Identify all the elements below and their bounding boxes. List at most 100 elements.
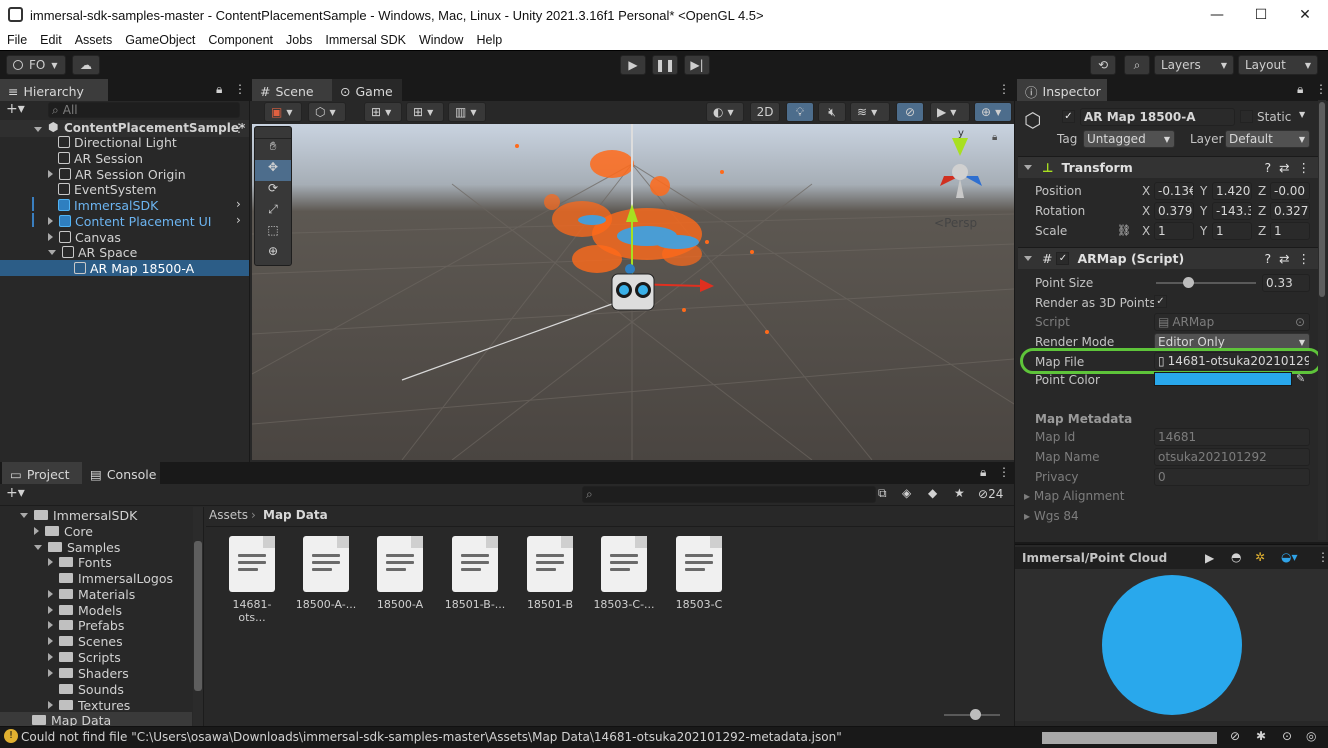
lock-icon[interactable]: 🔒︎	[216, 82, 222, 97]
chevron-right-icon[interactable]: ›	[236, 197, 241, 211]
preview-viewport[interactable]	[1015, 569, 1328, 721]
eyedropper-icon[interactable]: ✎	[1296, 372, 1305, 385]
menu-assets[interactable]: Assets	[68, 33, 119, 47]
pivot-button[interactable]: ⊞ ▼	[364, 102, 402, 122]
scrollbar-thumb[interactable]	[1319, 102, 1325, 297]
cloud-button[interactable]: ☁	[72, 55, 100, 75]
hierarchy-item-selected[interactable]: AR Map 18500-A	[0, 260, 249, 276]
menu-jobs[interactable]: Jobs	[279, 33, 318, 47]
minimize-button[interactable]: —	[1194, 0, 1240, 30]
projection-toggle[interactable]: <Persp	[934, 216, 977, 230]
tree-item[interactable]: Scripts	[48, 649, 121, 665]
tree-scrollbar[interactable]	[193, 507, 203, 726]
scene-viewport[interactable]: ✋︎ ✥ ⟳ ⤢ ⬚ ⊕ y 🔒︎ <Persp	[252, 124, 1014, 460]
debug-icon[interactable]: ⊘	[1230, 729, 1240, 743]
effects-button[interactable]: ≋ ▼	[850, 102, 890, 122]
inspector-scrollbar[interactable]	[1318, 100, 1326, 540]
play-icon[interactable]: ▶	[1205, 551, 1214, 565]
account-dropdown[interactable]: FO ▼	[6, 55, 66, 75]
hand-tool-icon[interactable]: ✋︎	[255, 139, 291, 160]
position-x-field[interactable]: -0.13€	[1154, 182, 1194, 200]
history-button[interactable]: ⟲	[1090, 55, 1116, 75]
scrollbar-thumb[interactable]	[194, 541, 202, 691]
grid-snap-button[interactable]: ⊞ ▼	[406, 102, 444, 122]
render3d-checkbox[interactable]: ✓	[1154, 295, 1167, 308]
tree-item[interactable]: Shaders	[48, 665, 129, 681]
rect-tool-icon[interactable]: ⬚	[255, 223, 291, 244]
rotation-x-field[interactable]: 0.379	[1154, 202, 1194, 220]
tree-item-selected[interactable]: Map Data	[0, 712, 192, 726]
menu-file[interactable]: File	[0, 33, 33, 47]
auto-generate-icon[interactable]: ◎	[1306, 729, 1316, 743]
bug-icon[interactable]: ✱	[1256, 729, 1266, 743]
scale-tool-icon[interactable]: ⤢	[255, 202, 291, 223]
asset-item[interactable]: 18500-A	[369, 536, 431, 611]
layers-dropdown[interactable]: Layers ▼	[1154, 55, 1234, 75]
sphere-icon[interactable]: ◓	[1231, 550, 1241, 564]
chevron-right-icon[interactable]: ›	[236, 213, 241, 227]
tab-game[interactable]: ⊙ Game	[332, 79, 402, 101]
slider-thumb[interactable]	[1183, 277, 1194, 288]
point-size-field[interactable]: 0.33	[1262, 274, 1310, 292]
tree-item[interactable]: Fonts	[48, 554, 112, 570]
tree-item[interactable]: ImmersalSDK	[20, 507, 137, 523]
tree-item[interactable]: Models	[48, 602, 122, 618]
label-icon[interactable]: ◆	[928, 486, 937, 500]
menu-gameobject[interactable]: GameObject	[118, 33, 201, 47]
project-search-input[interactable]: ⌕	[582, 486, 876, 503]
map-alignment-row[interactable]: ▸ Map Alignment	[1024, 489, 1124, 503]
breadcrumb-assets[interactable]: Assets	[209, 508, 248, 522]
close-button[interactable]: ✕	[1282, 0, 1328, 30]
more-options-icon[interactable]: ⋮	[233, 121, 245, 135]
maximize-button[interactable]: ☐	[1238, 0, 1284, 30]
scale-x-field[interactable]: 1	[1154, 222, 1194, 240]
tree-item[interactable]: Sounds	[59, 681, 124, 697]
rotate-tool-icon[interactable]: ⟳	[255, 181, 291, 202]
armap-header[interactable]: # ✓ ARMap (Script) ? ⇄ ⋮	[1018, 247, 1318, 269]
tab-scene[interactable]: # Scene	[252, 79, 332, 101]
lock-icon[interactable]: 🔒︎	[1297, 82, 1303, 97]
hidden-objects-toggle[interactable]: ⊘	[896, 102, 924, 122]
tree-item[interactable]: Samples	[34, 539, 120, 555]
transform-tool-icon[interactable]: ⊕	[255, 244, 291, 265]
tree-item[interactable]: ImmersalLogos	[59, 570, 173, 586]
menu-help[interactable]: Help	[469, 33, 508, 47]
lock-icon[interactable]: 🔒︎	[980, 465, 986, 480]
filter-type-icon[interactable]: ◈	[902, 486, 911, 500]
tab-console[interactable]: ▤ Console	[82, 462, 160, 484]
object-name-field[interactable]: AR Map 18500-A	[1080, 108, 1235, 126]
more-options-icon[interactable]: ⋮	[234, 82, 246, 96]
network-icon[interactable]: ⊙	[1282, 729, 1292, 743]
active-checkbox[interactable]: ✓	[1062, 110, 1075, 123]
tab-hierarchy[interactable]: ≡ Hierarchy	[0, 79, 108, 101]
breadcrumb-map-data[interactable]: Map Data	[263, 508, 328, 522]
tag-dropdown[interactable]: Untagged ▼	[1083, 130, 1175, 148]
increment-snap-button[interactable]: ▥ ▼	[448, 102, 486, 122]
static-checkbox[interactable]	[1240, 110, 1253, 123]
layout-dropdown[interactable]: Layout ▼	[1238, 55, 1318, 75]
position-z-field[interactable]: -0.00	[1270, 182, 1310, 200]
rotation-z-field[interactable]: 0.327	[1270, 202, 1310, 220]
camera-button[interactable]: ▶ ▼	[930, 102, 970, 122]
audio-toggle[interactable]: 🔇︎	[818, 102, 846, 122]
asset-item[interactable]: 18501-B	[519, 536, 581, 611]
hierarchy-search-input[interactable]: ⌕ All	[48, 102, 240, 118]
enabled-checkbox[interactable]: ✓	[1056, 252, 1070, 265]
palette-handle[interactable]	[255, 127, 291, 139]
lighting-toggle[interactable]: 💡︎	[786, 102, 814, 122]
scale-y-field[interactable]: 1	[1212, 222, 1252, 240]
more-options-icon[interactable]: ⋮	[1315, 82, 1327, 96]
search-by-type-icon[interactable]: ⧉	[878, 486, 887, 501]
component-actions[interactable]: ? ⇄ ⋮	[1264, 160, 1310, 175]
more-options-icon[interactable]: ⋮	[1317, 550, 1328, 564]
link-icon[interactable]: ⛓︎	[1117, 224, 1131, 237]
layer-dropdown[interactable]: Default ▼	[1225, 130, 1310, 148]
asset-item[interactable]: 18503-C	[668, 536, 730, 611]
asset-item[interactable]: 18501-B-...	[444, 536, 506, 611]
move-tool-icon[interactable]: ✥	[255, 160, 291, 181]
more-options-icon[interactable]: ⋮	[998, 82, 1010, 96]
add-icon[interactable]: +▾	[6, 485, 25, 501]
component-actions[interactable]: ? ⇄ ⋮	[1264, 251, 1310, 266]
slider-thumb[interactable]	[970, 709, 981, 720]
menu-window[interactable]: Window	[412, 33, 469, 47]
